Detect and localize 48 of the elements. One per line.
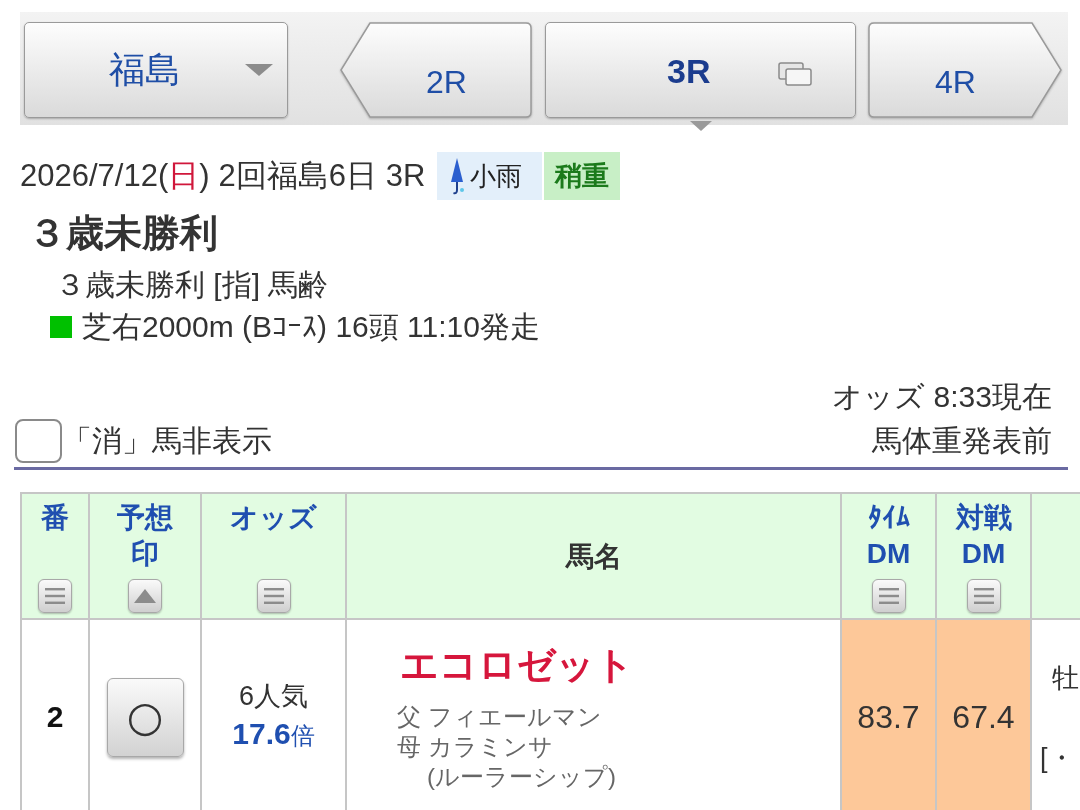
checkbox[interactable]	[15, 419, 62, 463]
stacked-windows-icon	[778, 62, 813, 86]
hide-scratched-label[interactable]: 「消」馬非表示	[62, 421, 272, 461]
cut-off-cell-text: [・	[1040, 740, 1075, 776]
caret-icon	[245, 64, 273, 76]
track-condition-tag: 稍重	[544, 152, 621, 200]
sort-button[interactable]	[871, 579, 906, 613]
dam-name: 母 カラミンサ	[397, 732, 553, 762]
weight-status: 馬体重発表前	[872, 423, 1052, 459]
triangle-up-icon	[134, 589, 156, 603]
time-dm-cell: 83.7	[841, 619, 936, 810]
race-tab[interactable]: 3R	[545, 22, 856, 118]
sort-button[interactable]	[966, 579, 1001, 613]
race-conditions: ３歳未勝利 [指] 馬齢	[55, 267, 330, 303]
umbrella-icon	[449, 157, 466, 195]
column-header: 予想印	[116, 501, 174, 571]
column-header: 対戦DM	[954, 501, 1013, 571]
lines-icon	[878, 588, 899, 604]
horse-name[interactable]: エコロゼット	[400, 642, 634, 688]
odds-time: オッズ 8:33現在	[832, 379, 1052, 415]
column-header: オッズ	[230, 501, 317, 535]
column-header: ﾀｲﾑDM	[865, 501, 912, 571]
race-date: 2026/7/12(日)	[20, 157, 210, 195]
course-details: 芝右2000m (Bｺｰｽ) 16頭 11:10発走	[82, 308, 540, 345]
dam-sire-name: (ルーラーシップ)	[427, 762, 616, 792]
race-tab[interactable]: 4R	[868, 22, 1062, 118]
horse-number: 2	[46, 700, 64, 733]
lines-icon	[45, 588, 65, 604]
win-odds: 17.6倍	[232, 716, 315, 752]
cut-off-cell-text: 牡	[1052, 660, 1079, 696]
weather-label: 小雨	[470, 159, 523, 193]
column-header: 番	[41, 501, 69, 535]
match-dm-cell: 67.4	[936, 619, 1031, 810]
sire-name: 父 フィエールマン	[397, 702, 602, 732]
popularity-rank: 6人気	[238, 680, 309, 713]
tab-pointer-icon	[689, 121, 712, 131]
venue-dropdown[interactable]: 福島	[24, 22, 288, 118]
column-header: 馬名	[565, 539, 622, 574]
lines-icon	[263, 588, 284, 604]
race-tab[interactable]: 2R	[340, 22, 532, 118]
prediction-mark-button[interactable]: ○	[106, 677, 184, 757]
lines-icon	[973, 588, 994, 604]
sort-button[interactable]	[256, 579, 291, 613]
race-title: ３歳未勝利	[28, 211, 219, 256]
sort-button[interactable]	[38, 579, 72, 613]
course-marker-icon	[50, 316, 72, 338]
race-meeting: 2回福島6日 3R	[218, 157, 426, 195]
sort-button[interactable]	[128, 579, 162, 613]
